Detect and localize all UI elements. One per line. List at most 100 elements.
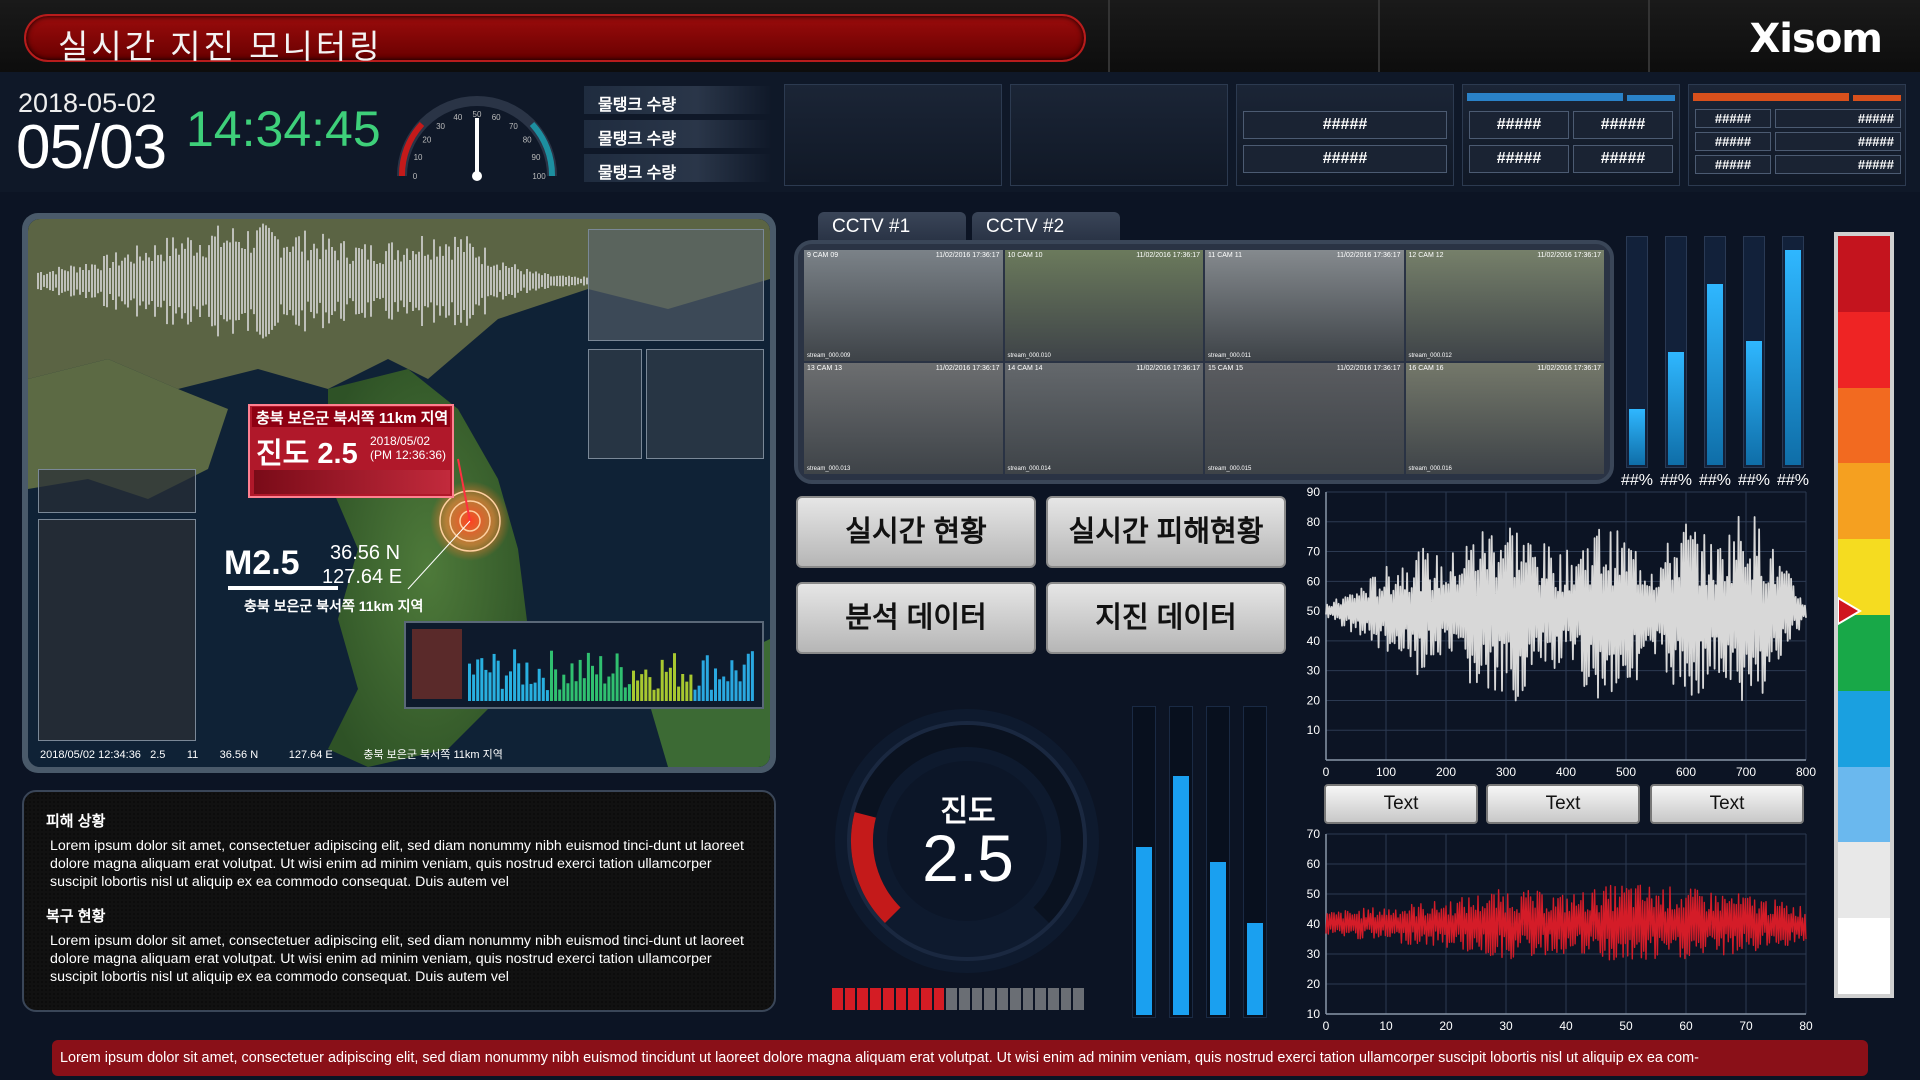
vbar-track: [1132, 706, 1156, 1018]
y-tick-label: 40: [1307, 917, 1321, 931]
level-bar-fill: [1746, 340, 1762, 465]
meter-segment: [959, 988, 970, 1010]
footer-depth: 11: [186, 749, 199, 761]
speedometer-tick-label: 60: [492, 113, 501, 122]
cctv-camera-feed[interactable]: 11 CAM 11 11/02/2016 17:36:17 stream_000.0…: [1205, 250, 1404, 361]
spectrum-bar: [730, 660, 734, 701]
cam-stream-id: stream_000.013: [807, 466, 851, 472]
spectrum-bar: [689, 674, 693, 701]
spectrum-bar: [673, 653, 676, 701]
y-tick-label: 80: [1307, 515, 1321, 529]
text-button-1[interactable]: Text: [1324, 784, 1478, 824]
realtime-damage-button[interactable]: 실시간 피해현황: [1046, 496, 1286, 568]
cam-label: 9 CAM 09: [807, 252, 839, 259]
cctv-camera-feed[interactable]: 12 CAM 12 11/02/2016 17:36:17 stream_000.0…: [1405, 250, 1604, 361]
spectrum-bar: [545, 690, 549, 701]
x-tick-label: 0: [1323, 1019, 1330, 1033]
scale-band: [1838, 311, 1890, 389]
spectrum-bar: [533, 682, 537, 701]
cam-stream-id: stream_000.011: [1208, 353, 1251, 359]
speedometer-tick-label: 10: [414, 153, 423, 162]
spectrum-bar: [681, 673, 685, 701]
analysis-data-button[interactable]: 분석 데이터: [796, 582, 1036, 654]
spectrum-bar: [623, 687, 627, 701]
gauge-value: 2.5: [922, 821, 1014, 895]
hash-value: #####: [1573, 145, 1673, 173]
cam-label: 11 CAM 11: [1208, 252, 1242, 259]
text-button-2[interactable]: Text: [1486, 784, 1640, 824]
card-intensity: 진도 2.5: [256, 438, 358, 470]
cam-stream-id: stream_000.016: [1408, 466, 1452, 472]
speedometer-tick-label: 50: [473, 110, 482, 119]
blue-bar: [1627, 95, 1675, 101]
orange-bar: [1693, 93, 1849, 101]
cam-timestamp: 11/02/2016 17:36:17: [1136, 252, 1200, 259]
level-bar-track: [1782, 236, 1804, 468]
divider: [1108, 0, 1110, 72]
text-button-3[interactable]: Text: [1650, 784, 1804, 824]
panel-slot-3: ##### #####: [1236, 84, 1454, 186]
cctv-camera-feed[interactable]: 14 CAM 14 11/02/2016 17:36:17 stream_000.0…: [1004, 363, 1203, 474]
meter-segment: [946, 988, 958, 1010]
spectrum-bar: [537, 668, 541, 701]
cam-timestamp: 11/02/2016 17:36:17: [935, 365, 1000, 372]
speedometer: 0 10 20 30 40 50 60 70 8090 100: [397, 96, 557, 181]
spectrum-bar: [554, 669, 558, 701]
y-tick-label: 70: [1307, 827, 1321, 841]
spectrum-panel: [404, 621, 764, 709]
month-day: 05/03: [16, 113, 167, 182]
segment-meter: [830, 986, 1086, 1012]
recovery-text: Lorem ipsum dolor sit amet, consectetuer…: [50, 933, 744, 985]
spectrum-bar: [603, 683, 607, 701]
spectrum-bar: [492, 653, 496, 701]
cctv-camera-feed[interactable]: 16 CAM 16 11/02/2016 17:36:17 stream_000.0…: [1405, 363, 1604, 474]
cctv-camera-feed[interactable]: 13 CAM 13 11/02/2016 17:36:17 stream_000.0…: [804, 363, 1003, 474]
cam-timestamp: 11/02/2016 17:36:17: [935, 252, 1000, 259]
spectrum-bar: [607, 676, 611, 701]
cctv-camera-feed[interactable]: 10 CAM 10 11/02/2016 17:36:17 stream_000.0…: [1004, 250, 1203, 361]
spectrum-bar: [500, 688, 504, 701]
x-tick-label: 400: [1556, 765, 1576, 778]
spectrum-bar: [722, 676, 726, 701]
spectrum-bar: [558, 689, 562, 701]
y-tick-label: 60: [1307, 857, 1321, 871]
spectrum-bar: [578, 659, 582, 701]
realtime-status-button[interactable]: 실시간 현황: [796, 496, 1036, 568]
earthquake-data-button[interactable]: 지진 데이터: [1046, 582, 1286, 654]
spectrum-bar: [648, 677, 652, 701]
y-tick-label: 10: [1307, 723, 1321, 737]
tab-cctv-1[interactable]: CCTV #1: [818, 212, 966, 240]
clock: 14:34:45: [186, 101, 381, 157]
title-bar: 실시간 지진 모니터링: [24, 14, 1086, 65]
cam-label: 12 CAM 12: [1408, 252, 1444, 259]
x-tick-label: 0: [1323, 765, 1330, 778]
cam-stream-id: stream_000.009: [807, 353, 851, 359]
spectrum-bar: [476, 659, 480, 701]
magnitude: M2.5: [224, 544, 300, 582]
page-title: 실시간 지진 모니터링: [58, 28, 383, 65]
spectrum-bar: [677, 686, 681, 701]
x-tick-label: 700: [1736, 765, 1756, 778]
meter-segment: [844, 988, 856, 1010]
y-tick-label: 90: [1307, 486, 1321, 499]
scale-band: [1838, 463, 1890, 541]
map-footer: 2018/05/02 12:34:36 2.5 11 36.56 N 127.6…: [40, 746, 503, 762]
meter-segment: [908, 988, 919, 1010]
spectrum-bar: [632, 670, 635, 701]
seismic-wave-chart: 0 100 200 300 400 500 600 700 800 10 20 30 40 50 60 70 8…: [1307, 486, 1817, 778]
scale-band: [1838, 766, 1890, 844]
y-tick-label: 60: [1307, 574, 1321, 588]
card-date: 2018/05/02: [370, 434, 431, 448]
spectrum-bar: [484, 669, 488, 701]
region-label: 충북 보은군 북서쪽 11km 지역: [244, 598, 424, 614]
cctv-camera-feed[interactable]: 15 CAM 15 11/02/2016 17:36:17 stream_000.0…: [1205, 363, 1404, 474]
spectrum-bar: [586, 652, 590, 701]
level-bar-track: [1665, 236, 1687, 468]
cctv-camera-feed[interactable]: 9 CAM 09 11/02/2016 17:36:17 stream_000.00…: [804, 250, 1003, 361]
y-tick-label: 70: [1307, 545, 1321, 559]
speedometer-tick-label: 90: [532, 153, 541, 162]
card-location: 충북 보은군 북서쪽 11km 지역: [252, 407, 450, 427]
tab-cctv-2[interactable]: CCTV #2: [972, 212, 1120, 240]
panel-slot-5: ##### ##### ##### ##### ##### #####: [1688, 84, 1906, 186]
x-tick-label: 300: [1496, 765, 1516, 778]
